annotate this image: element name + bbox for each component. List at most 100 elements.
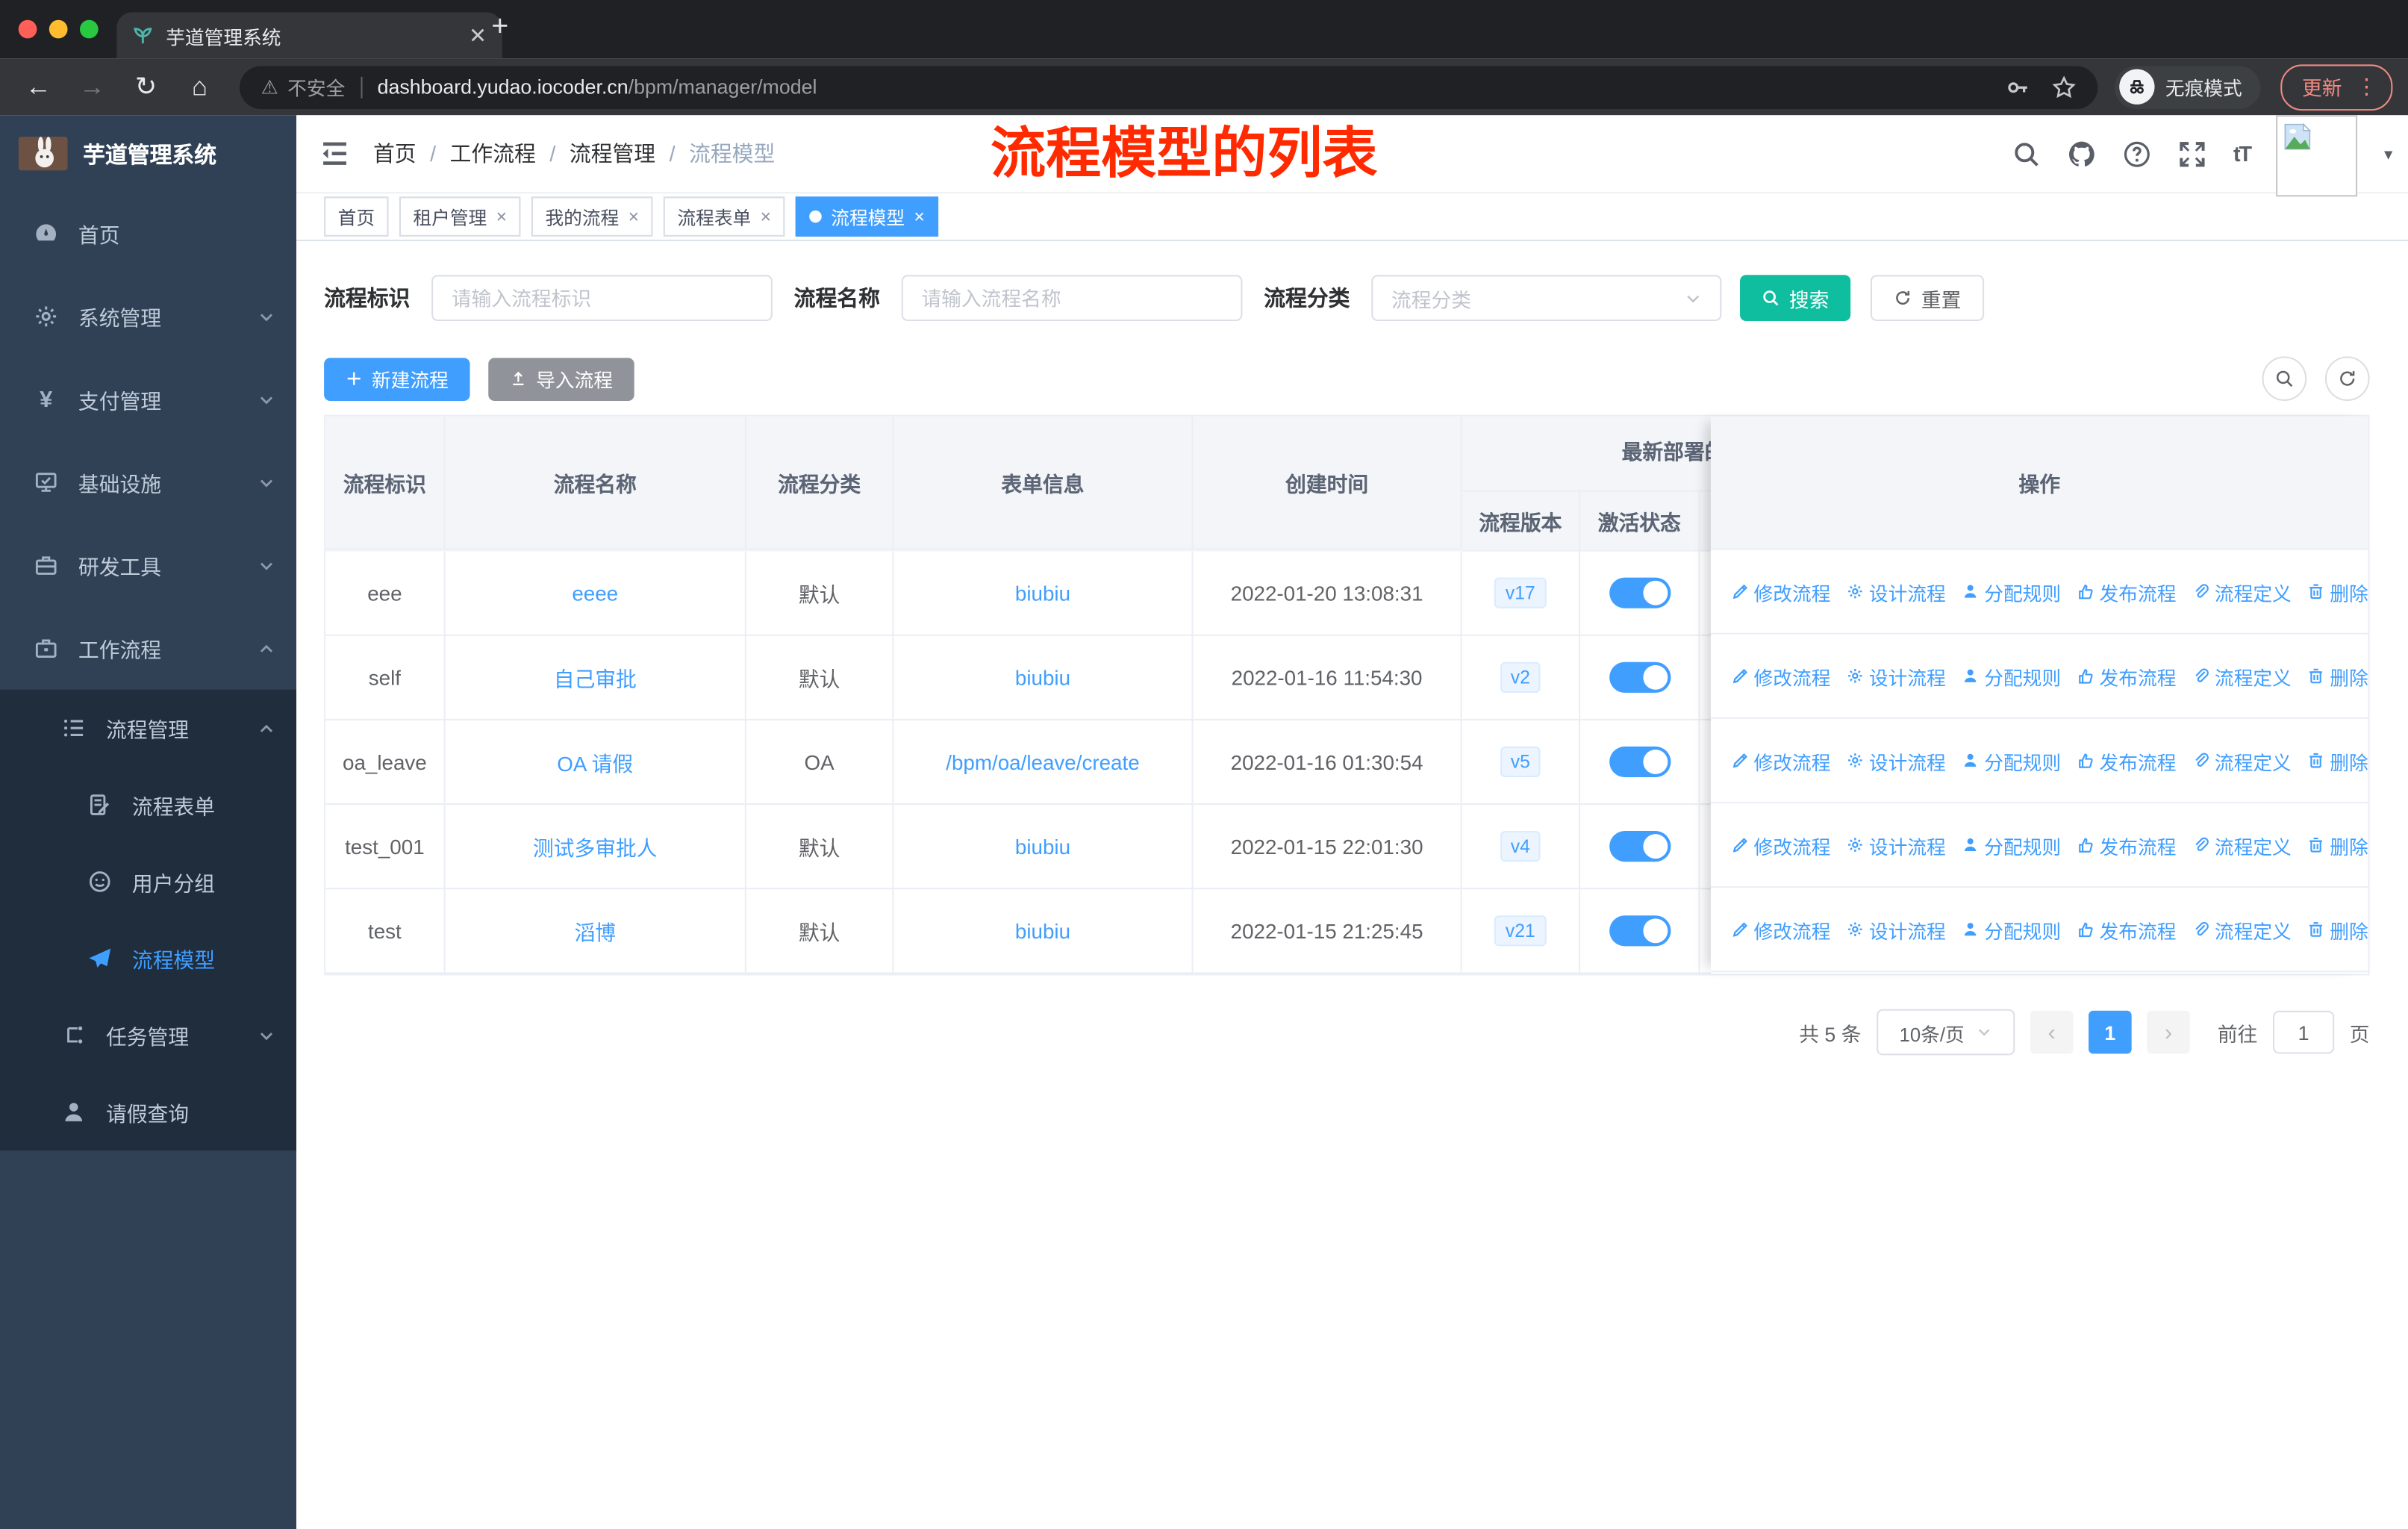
design-process-link[interactable]: 设计流程 <box>1846 746 1946 775</box>
avatar-caret-icon[interactable]: ▾ <box>2384 143 2392 164</box>
toggle-search-button[interactable] <box>2262 356 2307 401</box>
search-button[interactable]: 搜索 <box>1740 275 1851 321</box>
close-window-button[interactable] <box>18 19 37 39</box>
zoom-window-button[interactable] <box>79 19 99 39</box>
fullscreen-icon[interactable] <box>2178 139 2207 168</box>
process-id-input[interactable] <box>431 275 773 321</box>
process-name-link[interactable]: 自己审批 <box>554 662 637 693</box>
tag-tenant[interactable]: 租户管理 × <box>399 196 521 237</box>
assign-rule-link[interactable]: 分配规则 <box>1961 577 2061 606</box>
key-icon[interactable] <box>2006 75 2030 99</box>
refresh-table-button[interactable] <box>2324 356 2370 401</box>
security-warning[interactable]: ⚠ 不安全 <box>261 72 346 102</box>
process-definition-link[interactable]: 流程定义 <box>2192 830 2292 859</box>
modify-process-link[interactable]: 修改流程 <box>1731 746 1830 775</box>
sidebar-item-infrastructure[interactable]: 基础设施 <box>0 440 296 523</box>
process-name-link[interactable]: 测试多审批人 <box>533 831 658 862</box>
version-badge[interactable]: v17 <box>1494 577 1547 609</box>
process-name-input[interactable] <box>901 275 1243 321</box>
sidebar-item-process-form[interactable]: 流程表单 <box>0 767 296 844</box>
design-process-link[interactable]: 设计流程 <box>1846 661 1946 691</box>
sidebar-item-home[interactable]: 首页 <box>0 192 296 275</box>
assign-rule-link[interactable]: 分配规则 <box>1961 830 2061 859</box>
sidebar-item-user-group[interactable]: 用户分组 <box>0 844 296 921</box>
sidebar-item-task-management[interactable]: 任务管理 <box>0 997 296 1074</box>
sidebar-item-leave-query[interactable]: 请假查询 <box>0 1074 296 1150</box>
publish-process-link[interactable]: 发布流程 <box>2077 577 2176 606</box>
delete-link[interactable]: 删除 <box>2306 915 2368 944</box>
active-toggle[interactable] <box>1609 746 1671 778</box>
publish-process-link[interactable]: 发布流程 <box>2077 830 2176 859</box>
active-toggle[interactable] <box>1609 577 1671 608</box>
form-link[interactable]: biubiu <box>1015 666 1070 689</box>
tag-process-form[interactable]: 流程表单 × <box>663 196 785 237</box>
create-process-button[interactable]: 新建流程 <box>324 357 470 400</box>
modify-process-link[interactable]: 修改流程 <box>1731 830 1830 859</box>
font-size-icon[interactable]: tT <box>2233 141 2252 166</box>
process-definition-link[interactable]: 流程定义 <box>2192 661 2292 691</box>
version-badge[interactable]: v5 <box>1500 746 1541 778</box>
sidebar-item-system[interactable]: 系统管理 <box>0 275 296 358</box>
process-definition-link[interactable]: 流程定义 <box>2192 915 2292 944</box>
sidebar-item-devtools[interactable]: 研发工具 <box>0 524 296 607</box>
design-process-link[interactable]: 设计流程 <box>1846 830 1946 859</box>
window-controls[interactable] <box>18 19 99 39</box>
modify-process-link[interactable]: 修改流程 <box>1731 915 1830 944</box>
tab-close-icon[interactable]: ✕ <box>469 22 487 49</box>
sidebar-item-process-management[interactable]: 流程管理 <box>0 690 296 767</box>
category-select[interactable]: 流程分类 <box>1371 275 1722 321</box>
import-process-button[interactable]: 导入流程 <box>488 357 634 400</box>
modify-process-link[interactable]: 修改流程 <box>1731 661 1830 691</box>
process-name-link[interactable]: OA 请假 <box>557 747 633 777</box>
breadcrumb-process-management[interactable]: 流程管理 <box>570 138 655 169</box>
minimize-window-button[interactable] <box>49 19 68 39</box>
delete-link[interactable]: 删除 <box>2306 746 2368 775</box>
form-link[interactable]: biubiu <box>1015 582 1070 605</box>
forward-button[interactable]: → <box>69 63 116 110</box>
process-name-link[interactable]: eeee <box>572 582 618 605</box>
design-process-link[interactable]: 设计流程 <box>1846 915 1946 944</box>
active-toggle[interactable] <box>1609 915 1671 947</box>
avatar[interactable] <box>2277 115 2359 197</box>
delete-link[interactable]: 删除 <box>2306 661 2368 691</box>
next-page-button[interactable]: › <box>2147 1010 2190 1054</box>
publish-process-link[interactable]: 发布流程 <box>2077 661 2176 691</box>
home-button[interactable]: ⌂ <box>177 63 223 110</box>
help-icon[interactable] <box>2123 139 2152 168</box>
process-name-link[interactable]: 滔博 <box>574 915 616 946</box>
github-icon[interactable] <box>2068 139 2097 168</box>
assign-rule-link[interactable]: 分配规则 <box>1961 661 2061 691</box>
delete-link[interactable]: 删除 <box>2306 577 2368 606</box>
breadcrumb-workflow[interactable]: 工作流程 <box>450 138 536 169</box>
sidebar-item-payment[interactable]: ¥ 支付管理 <box>0 358 296 440</box>
bookmark-star-icon[interactable] <box>2052 75 2077 99</box>
page-size-select[interactable]: 10条/页 <box>1877 1009 2015 1056</box>
design-process-link[interactable]: 设计流程 <box>1846 577 1946 606</box>
version-badge[interactable]: v21 <box>1494 915 1547 947</box>
prev-page-button[interactable]: ‹ <box>2030 1010 2074 1054</box>
browser-tab[interactable]: 芋道管理系统 ✕ <box>116 12 502 59</box>
back-button[interactable]: ← <box>16 63 62 110</box>
close-icon[interactable]: × <box>628 206 639 228</box>
version-badge[interactable]: v4 <box>1500 830 1541 862</box>
form-link[interactable]: biubiu <box>1015 835 1070 858</box>
assign-rule-link[interactable]: 分配规则 <box>1961 915 2061 944</box>
close-icon[interactable]: × <box>761 206 771 228</box>
collapse-sidebar-icon[interactable] <box>319 138 350 169</box>
reload-button[interactable]: ↻ <box>123 63 169 110</box>
modify-process-link[interactable]: 修改流程 <box>1731 577 1830 606</box>
publish-process-link[interactable]: 发布流程 <box>2077 746 2176 775</box>
chrome-update-button[interactable]: 更新 ⋮ <box>2280 63 2393 110</box>
close-icon[interactable]: × <box>496 206 507 228</box>
new-tab-button[interactable]: + <box>491 10 508 44</box>
active-toggle[interactable] <box>1609 661 1671 693</box>
sidebar-item-workflow[interactable]: 工作流程 <box>0 607 296 690</box>
close-icon[interactable]: × <box>914 206 924 228</box>
address-bar[interactable]: ⚠ 不安全 dashboard.yudao.iocoder.cn /bpm/ma… <box>239 65 2098 109</box>
delete-link[interactable]: 删除 <box>2306 830 2368 859</box>
active-toggle[interactable] <box>1609 831 1671 862</box>
sidebar-item-process-model[interactable]: 流程模型 <box>0 920 296 997</box>
publish-process-link[interactable]: 发布流程 <box>2077 915 2176 944</box>
page-1-button[interactable]: 1 <box>2088 1010 2132 1054</box>
reset-button[interactable]: 重置 <box>1870 275 1985 321</box>
